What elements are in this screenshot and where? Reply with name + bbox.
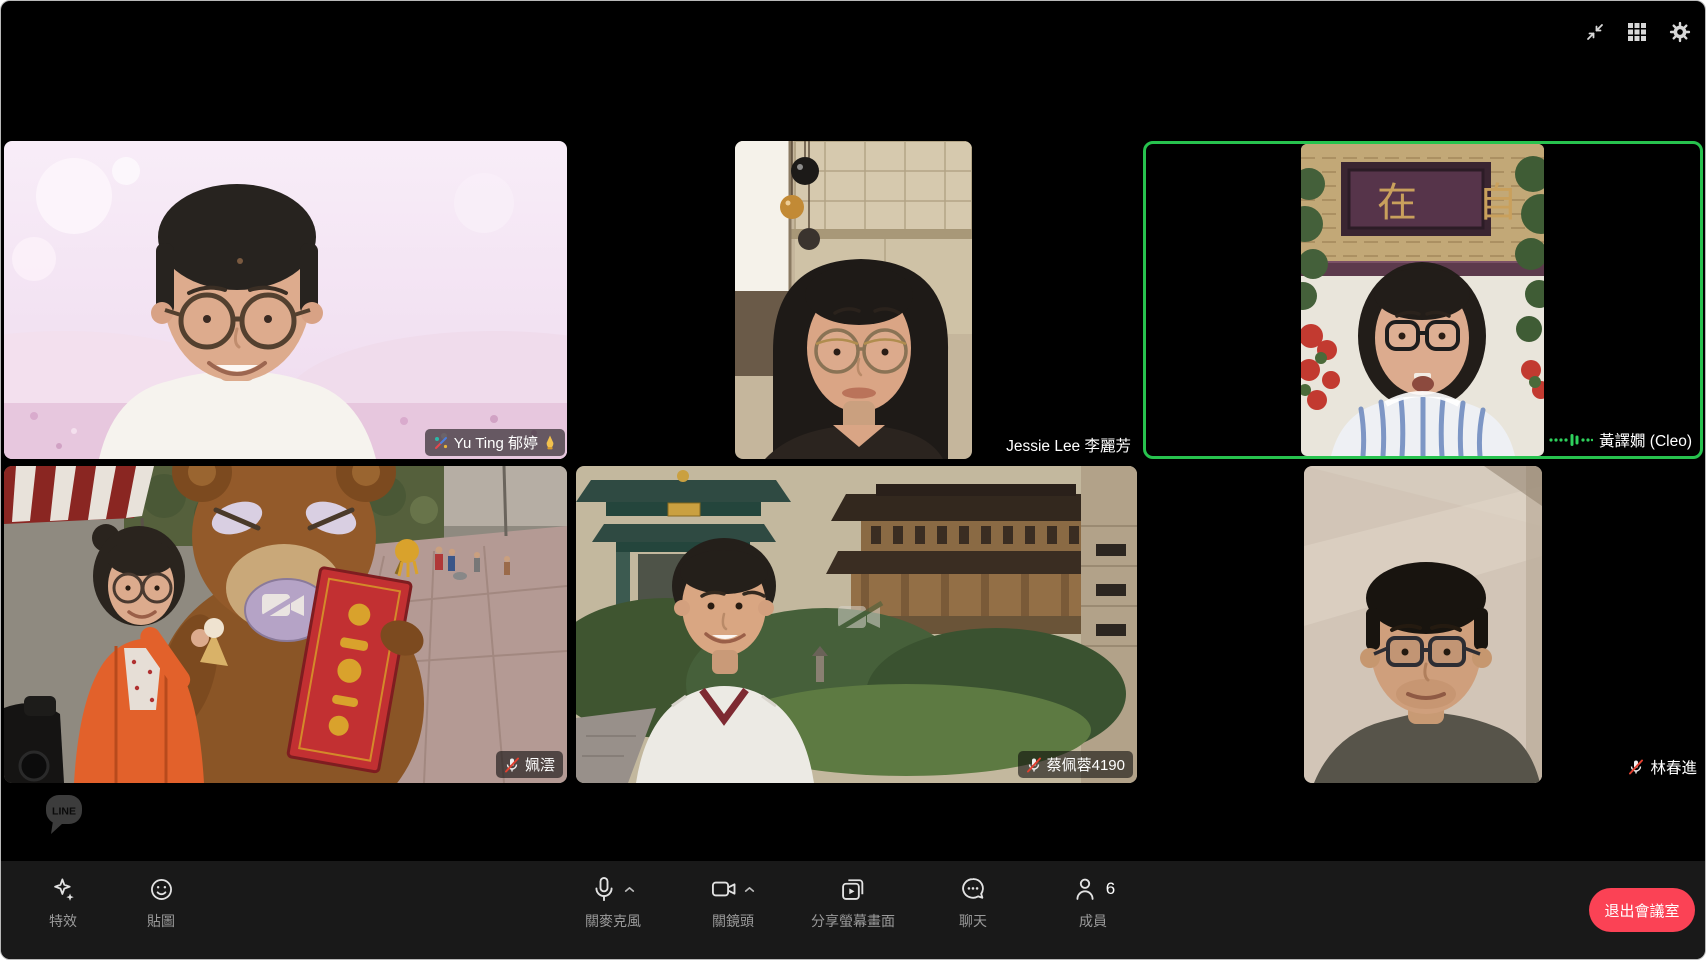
participant-name: Jessie Lee 李麗芳 <box>1006 434 1131 456</box>
grid-view-icon[interactable] <box>1627 22 1647 42</box>
wall-plaque-text: 在 自 <box>1377 180 1542 226</box>
video-tile-lin-chunjin[interactable]: 林春進 <box>1143 466 1703 783</box>
video-feed-peiyun <box>4 466 567 783</box>
meeting-toolbar: 特效 貼圖 <box>1 861 1705 959</box>
video-tile-jessie-lee[interactable]: Jessie Lee 李麗芳 <box>571 141 1137 459</box>
participant-name-label: Jessie Lee 李麗芳 <box>1006 434 1131 456</box>
members-label: 成員 <box>1079 911 1107 931</box>
sparkle-icon <box>50 876 77 903</box>
camera-options-chevron-icon[interactable] <box>743 883 756 896</box>
share-screen-icon <box>839 875 867 903</box>
camera-label: 關鏡頭 <box>712 911 754 931</box>
participant-name-label: Yu Ting 郁婷 <box>425 429 565 456</box>
participant-name-label: 林春進 <box>1628 756 1697 778</box>
shrink-icon[interactable] <box>1585 22 1605 42</box>
participant-name: Yu Ting 郁婷 <box>454 432 538 453</box>
participant-name: 林春進 <box>1650 756 1697 778</box>
mic-muted-icon <box>1026 757 1042 773</box>
mic-muted-icon <box>1628 759 1644 775</box>
settings-gear-icon[interactable] <box>1669 21 1691 43</box>
video-feed-jessie-lee <box>735 141 972 459</box>
effects-confetti-icon <box>433 435 449 451</box>
video-feed-tsai-peijung <box>576 466 1137 783</box>
members-button[interactable]: 6 成員 <box>1033 874 1153 931</box>
microphone-icon <box>590 875 618 903</box>
window-controls <box>1585 21 1691 43</box>
participant-name: 黃譯嫺 (Cleo) <box>1599 429 1692 451</box>
camera-icon <box>710 875 738 903</box>
line-logo-text: LINE <box>52 806 76 818</box>
share-screen-label: 分享螢幕畫面 <box>811 911 895 931</box>
members-count: 6 <box>1106 879 1115 899</box>
share-screen-button[interactable]: 分享螢幕畫面 <box>793 874 913 931</box>
participant-name-label: 黃譯嫺 (Cleo) <box>1549 429 1692 451</box>
video-feed-lin-chunjin <box>1304 466 1542 783</box>
video-tile-yu-ting[interactable]: Yu Ting 郁婷 <box>4 141 567 459</box>
video-tile-peiyun[interactable]: 姵澐 <box>4 466 567 783</box>
video-feed-yu-ting <box>4 141 567 459</box>
video-tile-cleo-active-speaker[interactable]: 在 自 <box>1143 141 1703 459</box>
stickers-button[interactable]: 貼圖 <box>129 874 193 931</box>
leave-meeting-button[interactable]: 退出會議室 <box>1589 888 1695 932</box>
chat-button[interactable]: 聊天 <box>913 874 1033 931</box>
participant-name: 蔡佩蓉4190 <box>1047 754 1125 775</box>
mic-options-chevron-icon[interactable] <box>623 883 636 896</box>
stickers-label: 貼圖 <box>147 911 175 931</box>
video-feed-cleo: 在 自 <box>1301 144 1544 456</box>
person-icon <box>1071 875 1099 903</box>
smiley-icon <box>148 876 175 903</box>
participant-name: 姵澐 <box>525 754 555 775</box>
speaking-waveform-icon <box>1549 434 1593 446</box>
chat-bubble-icon <box>959 875 987 903</box>
folded-hands-emoji-icon <box>543 435 557 450</box>
participant-name-label: 蔡佩蓉4190 <box>1018 751 1133 778</box>
camera-toggle-button[interactable]: 關鏡頭 <box>673 874 793 931</box>
chat-label: 聊天 <box>959 911 987 931</box>
effects-label: 特效 <box>49 911 77 931</box>
mic-toggle-button[interactable]: 關麥克風 <box>553 874 673 931</box>
meeting-window: Yu Ting 郁婷 <box>0 0 1706 960</box>
line-logo-watermark: LINE <box>45 794 83 841</box>
mic-muted-icon <box>504 757 520 773</box>
effects-button[interactable]: 特效 <box>31 874 95 931</box>
mic-label: 關麥克風 <box>585 911 641 931</box>
participant-name-label: 姵澐 <box>496 751 563 778</box>
video-tile-tsai-peijung[interactable]: 蔡佩蓉4190 <box>576 466 1137 783</box>
